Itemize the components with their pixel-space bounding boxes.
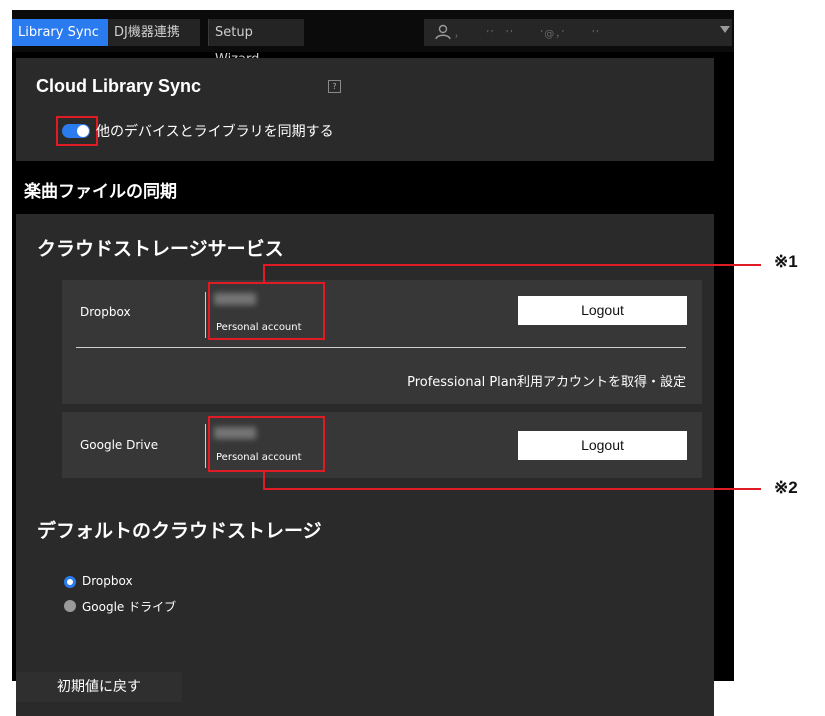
tab-setup-wizard[interactable]: Setup Wizard <box>208 19 304 67</box>
app-window: Library Sync DJ機器連携 Setup Wizard ， ’’ ’’… <box>12 10 734 716</box>
cloud-storage-heading: クラウドストレージサービス <box>37 238 284 260</box>
sync-toggle-label: 他のデバイスとライブラリを同期する <box>96 124 334 140</box>
cloud-library-sync-title: Cloud Library Sync <box>36 76 202 96</box>
divider <box>205 424 206 468</box>
dropbox-service-card: Dropbox Personal account Logout Professi… <box>62 280 702 404</box>
google-drive-logout-button[interactable]: Logout <box>518 431 687 460</box>
tab-library-sync[interactable]: Library Sync <box>12 19 108 46</box>
separator <box>76 347 686 348</box>
account-menu[interactable]: ， ’’ ’’ ’@，’ ’’ <box>424 19 732 46</box>
highlight-box-dropbox-account <box>208 282 325 340</box>
annotation-label-1: ※1 <box>774 252 798 271</box>
top-bar: Library Sync DJ機器連携 Setup Wizard ， ’’ ’’… <box>12 10 734 67</box>
account-name-masked: ， ’’ ’’ ’@，’ ’’ <box>454 29 600 40</box>
radio-label-dropbox[interactable]: Dropbox <box>82 574 133 588</box>
reset-defaults-button[interactable]: 初期値に戻す <box>16 672 182 702</box>
service-name: Dropbox <box>80 305 131 319</box>
service-name: Google Drive <box>80 438 159 452</box>
annotation-line-2-vertical <box>263 472 265 489</box>
music-file-sync-title: 楽曲ファイルの同期 <box>24 182 177 202</box>
person-icon <box>435 24 451 40</box>
highlight-box-toggle <box>56 116 98 146</box>
professional-plan-link[interactable]: Professional Plan利用アカウントを取得・設定 <box>407 371 686 390</box>
annotation-line-1-horizontal <box>263 264 761 266</box>
annotation-line-2-horizontal <box>263 488 761 490</box>
highlight-box-google-account <box>208 416 325 472</box>
annotation-line-1-vertical <box>263 264 265 282</box>
default-storage-heading: デフォルトのクラウドストレージ <box>37 520 322 542</box>
google-drive-service-card: Google Drive Personal account Logout <box>62 412 702 478</box>
tab-dj-devices[interactable]: DJ機器連携 <box>108 19 200 46</box>
radio-dot <box>67 579 73 585</box>
radio-google-drive[interactable] <box>64 600 76 612</box>
radio-dropbox[interactable] <box>64 576 76 588</box>
divider <box>205 292 206 338</box>
annotation-label-2: ※2 <box>774 478 798 497</box>
cloud-storage-panel: クラウドストレージサービス Dropbox Personal account L… <box>16 214 714 716</box>
help-icon[interactable]: ? <box>328 80 341 93</box>
radio-label-google-drive[interactable]: Google ドライブ <box>82 598 176 615</box>
dropbox-logout-button[interactable]: Logout <box>518 296 687 325</box>
chevron-down-icon[interactable] <box>720 26 730 33</box>
cloud-library-sync-panel: Cloud Library Sync ? 他のデバイスとライブラリを同期する <box>16 58 714 161</box>
